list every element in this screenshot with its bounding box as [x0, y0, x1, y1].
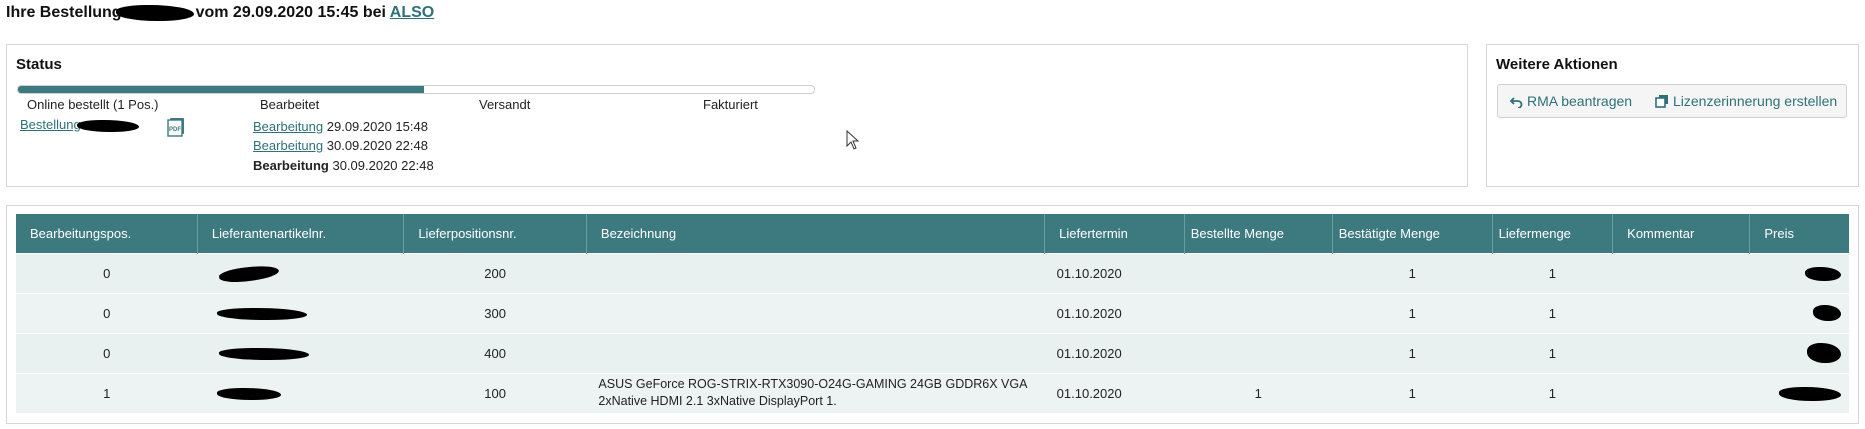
cell-bezeichnung: ASUS GeForce ROG-STRIX-RTX3090-O24G-GAMI…	[586, 372, 1045, 413]
pdf-icon[interactable]: PDF	[167, 117, 185, 137]
cell-liefermenge: 1	[1492, 332, 1613, 373]
cell-lieferpos: 100	[403, 372, 587, 413]
undo-icon	[1509, 97, 1523, 109]
event-3-label: Bearbeitung	[253, 158, 329, 173]
rma-button[interactable]: RMA beantragen	[1509, 93, 1633, 109]
cell-kommentar	[1612, 372, 1750, 413]
step-bearbeitet: Bearbeitet	[260, 97, 320, 112]
event-3: Bearbeitung 30.09.2020 22:48	[253, 158, 434, 173]
title-prefix: Ihre Bestellung	[6, 4, 122, 21]
cell-termin: 01.10.2020	[1044, 292, 1185, 333]
table-row[interactable]: 0 300 01.10.2020 1 1	[16, 292, 1849, 333]
event-2: Bearbeitung 30.09.2020 22:48	[253, 138, 428, 153]
event-1: Bearbeitung 29.09.2020 15:48	[253, 119, 428, 134]
positions-table: Bearbeitungspos. Lieferantenartikelnr. L…	[16, 214, 1849, 413]
status-progress-bar	[17, 85, 815, 94]
cell-bezeichnung	[586, 292, 1045, 333]
cell-bestaetigt: 1	[1332, 332, 1493, 373]
col-liefermenge[interactable]: Liefermenge	[1492, 214, 1614, 253]
cell-preis-redacted	[1749, 332, 1849, 373]
cell-lieferpos: 400	[403, 332, 587, 373]
cell-preis-redacted	[1749, 292, 1849, 333]
rma-button-label: RMA beantragen	[1527, 93, 1633, 109]
cell-liefermenge: 1	[1492, 372, 1613, 413]
cell-bestaetigt: 1	[1332, 252, 1493, 293]
col-bearbeitungspos[interactable]: Bearbeitungspos.	[16, 214, 198, 253]
supplier-link[interactable]: ALSO	[390, 4, 434, 21]
col-bestaetigte-menge[interactable]: Bestätigte Menge	[1332, 214, 1493, 253]
cell-bestaetigt: 1	[1332, 372, 1493, 413]
cell-liefermenge: 1	[1492, 292, 1613, 333]
license-reminder-label: Lizenzerinnerung erstellen	[1673, 93, 1838, 109]
license-reminder-button[interactable]: Lizenzerinnerung erstellen	[1655, 93, 1837, 109]
actions-heading: Weitere Aktionen	[1496, 56, 1618, 73]
page-title: Ihre Bestellung vom 29.09.2020 15:45 bei …	[6, 4, 434, 22]
cell-lieferpos: 200	[403, 252, 587, 293]
cell-pos: 0	[16, 332, 198, 373]
svg-text:PDF: PDF	[169, 127, 181, 133]
col-bestellte-menge[interactable]: Bestellte Menge	[1184, 214, 1333, 253]
status-progress-fill	[18, 86, 424, 93]
cell-preis-redacted	[1749, 252, 1849, 293]
cell-bestellt	[1184, 252, 1333, 293]
col-kommentar[interactable]: Kommentar	[1612, 214, 1751, 253]
title-date: vom 29.09.2020 15:45 bei	[195, 4, 386, 21]
table-header-row: Bearbeitungspos. Lieferantenartikelnr. L…	[16, 214, 1849, 253]
cell-artikelnr-redacted	[197, 252, 404, 293]
cell-pos: 0	[16, 292, 198, 333]
positions-panel: Bearbeitungspos. Lieferantenartikelnr. L…	[6, 205, 1859, 424]
cell-kommentar	[1612, 332, 1750, 373]
actions-panel: Weitere Aktionen RMA beantragen Lizenzer…	[1486, 44, 1859, 187]
col-liefertermin[interactable]: Liefertermin	[1044, 214, 1185, 253]
mouse-cursor-icon	[846, 130, 860, 150]
cell-termin: 01.10.2020	[1044, 252, 1185, 293]
cell-bestellt	[1184, 332, 1333, 373]
event-1-time: 29.09.2020 15:48	[326, 119, 428, 134]
cell-termin: 01.10.2020	[1044, 332, 1185, 373]
cell-bestellt	[1184, 292, 1333, 333]
col-lieferpositionsnr[interactable]: Lieferpositionsnr.	[403, 214, 587, 253]
cell-liefermenge: 1	[1492, 252, 1613, 293]
cell-kommentar	[1612, 252, 1750, 293]
table-row[interactable]: 0 400 01.10.2020 1 1	[16, 332, 1849, 373]
event-1-link[interactable]: Bearbeitung	[253, 119, 323, 134]
cell-pos: 1	[16, 372, 198, 413]
cell-bestaetigt: 1	[1332, 292, 1493, 333]
order-link-row: Bestellung	[20, 117, 139, 132]
copy-icon	[1655, 95, 1668, 108]
cell-termin: 01.10.2020	[1044, 372, 1185, 413]
table-row[interactable]: 1 100 ASUS GeForce ROG-STRIX-RTX3090-O24…	[16, 372, 1849, 413]
cell-bezeichnung	[586, 252, 1045, 293]
cell-bezeichnung	[586, 332, 1045, 373]
status-heading: Status	[16, 56, 62, 73]
redacted-order-number	[115, 4, 194, 21]
event-2-time: 30.09.2020 22:48	[326, 138, 428, 153]
cell-artikelnr-redacted	[197, 332, 404, 373]
table-row[interactable]: 0 200 01.10.2020 1 1	[16, 252, 1849, 293]
cell-artikelnr-redacted	[197, 372, 404, 413]
cell-artikelnr-redacted	[197, 292, 404, 333]
col-preis[interactable]: Preis	[1749, 214, 1849, 253]
status-panel: Status Online bestellt (1 Pos.) Bearbeit…	[6, 44, 1468, 187]
cell-preis-redacted	[1749, 372, 1849, 413]
cell-bestellt: 1	[1184, 372, 1333, 413]
cell-pos: 0	[16, 252, 198, 293]
redacted-order-link	[76, 119, 139, 132]
event-3-time: 30.09.2020 22:48	[332, 158, 434, 173]
order-link[interactable]: Bestellung	[20, 117, 81, 132]
step-versandt: Versandt	[479, 97, 531, 112]
col-lieferantenartikelnr[interactable]: Lieferantenartikelnr.	[197, 214, 405, 253]
cell-kommentar	[1612, 292, 1750, 333]
step-online-bestellt: Online bestellt (1 Pos.)	[27, 97, 159, 112]
action-bar: RMA beantragen Lizenzerinnerung erstelle…	[1497, 84, 1847, 118]
col-bezeichnung[interactable]: Bezeichnung	[586, 214, 1046, 253]
cell-lieferpos: 300	[403, 292, 587, 333]
step-fakturiert: Fakturiert	[703, 97, 758, 112]
event-2-link[interactable]: Bearbeitung	[253, 138, 323, 153]
